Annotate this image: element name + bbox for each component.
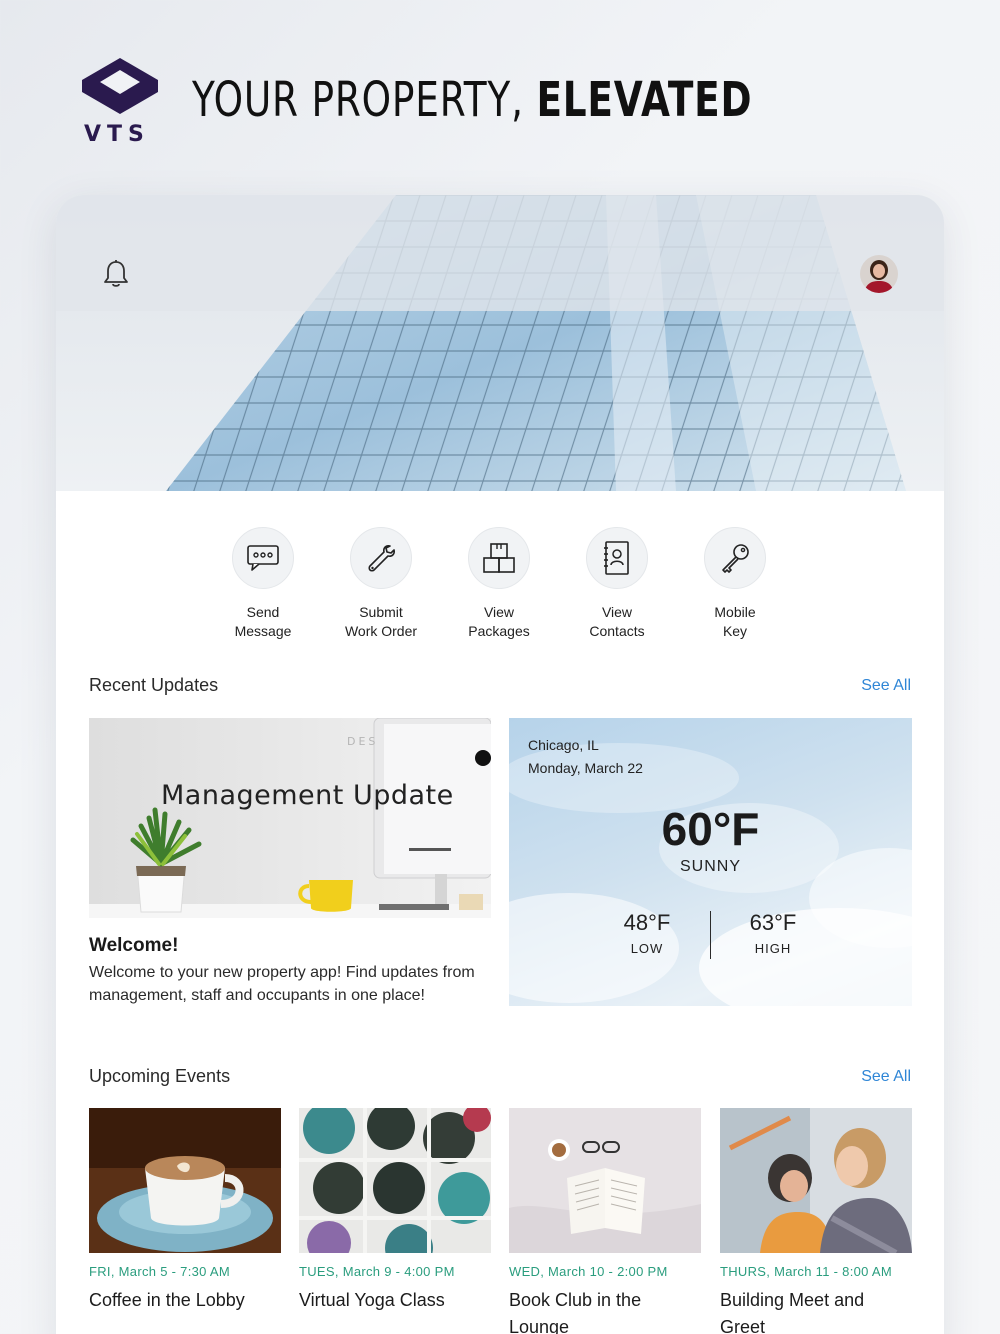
- event-name: Virtual Yoga Class: [299, 1290, 445, 1310]
- package-icon: [468, 527, 530, 589]
- open-book-image: [509, 1108, 701, 1253]
- update-body: Welcome to your new property app! Find u…: [89, 964, 475, 1004]
- event-name: Building Meet and Greet: [720, 1290, 865, 1334]
- quick-actions: Send Message Submit Work Order View Pack…: [226, 527, 786, 639]
- action-label-line2: Packages: [468, 623, 530, 639]
- update-title: Welcome!: [89, 935, 179, 956]
- hero-building-image: [56, 195, 944, 491]
- headline-bold: ELEVATED: [536, 72, 753, 128]
- event-date: FRI, March 5 - 7:30 AM: [89, 1264, 230, 1279]
- upcoming-events-title: Upcoming Events: [89, 1066, 231, 1086]
- weather-divider: [710, 911, 711, 959]
- key-icon: [704, 527, 766, 589]
- event-date: WED, March 10 - 2:00 PM: [509, 1264, 668, 1279]
- submit-work-order-button[interactable]: Submit Work Order: [331, 527, 431, 641]
- action-label-line1: Submit: [359, 604, 403, 620]
- svg-text:DES: DES: [347, 735, 378, 748]
- event-date: THURS, March 11 - 8:00 AM: [720, 1264, 892, 1279]
- yoga-mats-image: [299, 1108, 491, 1253]
- contacts-book-icon: [586, 527, 648, 589]
- event-card-meet-greet[interactable]: THURS, March 11 - 8:00 AM Building Meet …: [720, 1108, 912, 1334]
- recent-updates-see-all-link[interactable]: See All: [861, 677, 911, 695]
- weather-high-temp: 63°F: [749, 910, 797, 935]
- weather-low-label: LOW: [630, 941, 664, 956]
- view-packages-button[interactable]: View Packages: [449, 527, 549, 641]
- action-label-line1: Send: [246, 604, 280, 620]
- event-card-yoga[interactable]: TUES, March 9 - 4:00 PM Virtual Yoga Cla…: [299, 1108, 491, 1314]
- mobile-key-button[interactable]: Mobile Key: [685, 527, 785, 641]
- action-label-line1: View: [601, 604, 633, 620]
- send-message-button[interactable]: Send Message: [213, 527, 313, 641]
- event-card-book-club[interactable]: WED, March 10 - 2:00 PM Book Club in the…: [509, 1108, 701, 1334]
- weather-temperature: 60°F: [661, 803, 760, 855]
- action-label-line2: Contacts: [589, 623, 645, 639]
- wrench-icon: [350, 527, 412, 589]
- weather-city: Chicago, IL: [528, 737, 599, 753]
- headline: YOUR PROPERTY, ELEVATED: [192, 72, 752, 128]
- headline-regular: YOUR PROPERTY,: [192, 72, 524, 128]
- weather-condition: SUNNY: [679, 858, 741, 875]
- bell-icon[interactable]: [102, 259, 130, 289]
- upcoming-events-see-all-link[interactable]: See All: [861, 1068, 911, 1086]
- recent-updates-title: Recent Updates: [89, 675, 219, 695]
- desk-scene-image: DES: [89, 718, 491, 918]
- weather-card[interactable]: Chicago, IL Monday, March 22 60°F SUNNY …: [509, 718, 912, 1006]
- app-screen: Send Message Submit Work Order View Pack…: [56, 195, 944, 1334]
- view-contacts-button[interactable]: View Contacts: [567, 527, 667, 641]
- weather-date: Monday, March 22: [528, 760, 643, 776]
- action-label-line2: Key: [722, 623, 748, 639]
- event-name: Book Club in the Lounge: [509, 1290, 642, 1334]
- action-label-line2: Work Order: [344, 623, 418, 639]
- event-card-coffee[interactable]: FRI, March 5 - 7:30 AM Coffee in the Lob…: [89, 1108, 281, 1314]
- chat-bubble-icon: [232, 527, 294, 589]
- action-label-line2: Message: [234, 623, 292, 639]
- management-update-card[interactable]: DES Management Update: [89, 718, 491, 918]
- coffee-cup-image: [89, 1108, 281, 1253]
- user-avatar[interactable]: [860, 255, 898, 293]
- action-label-line1: Mobile: [714, 604, 756, 620]
- management-update-heading: Management Update: [161, 780, 454, 811]
- action-label-line1: View: [483, 604, 515, 620]
- weather-high-label: HIGH: [754, 941, 792, 956]
- event-date: TUES, March 9 - 4:00 PM: [299, 1264, 455, 1279]
- people-laughing-image: [720, 1108, 912, 1253]
- hero-top-bar: [56, 195, 944, 311]
- event-name: Coffee in the Lobby: [89, 1290, 245, 1310]
- weather-low-temp: 48°F: [623, 910, 671, 935]
- logo-wordmark: VTS: [84, 122, 150, 147]
